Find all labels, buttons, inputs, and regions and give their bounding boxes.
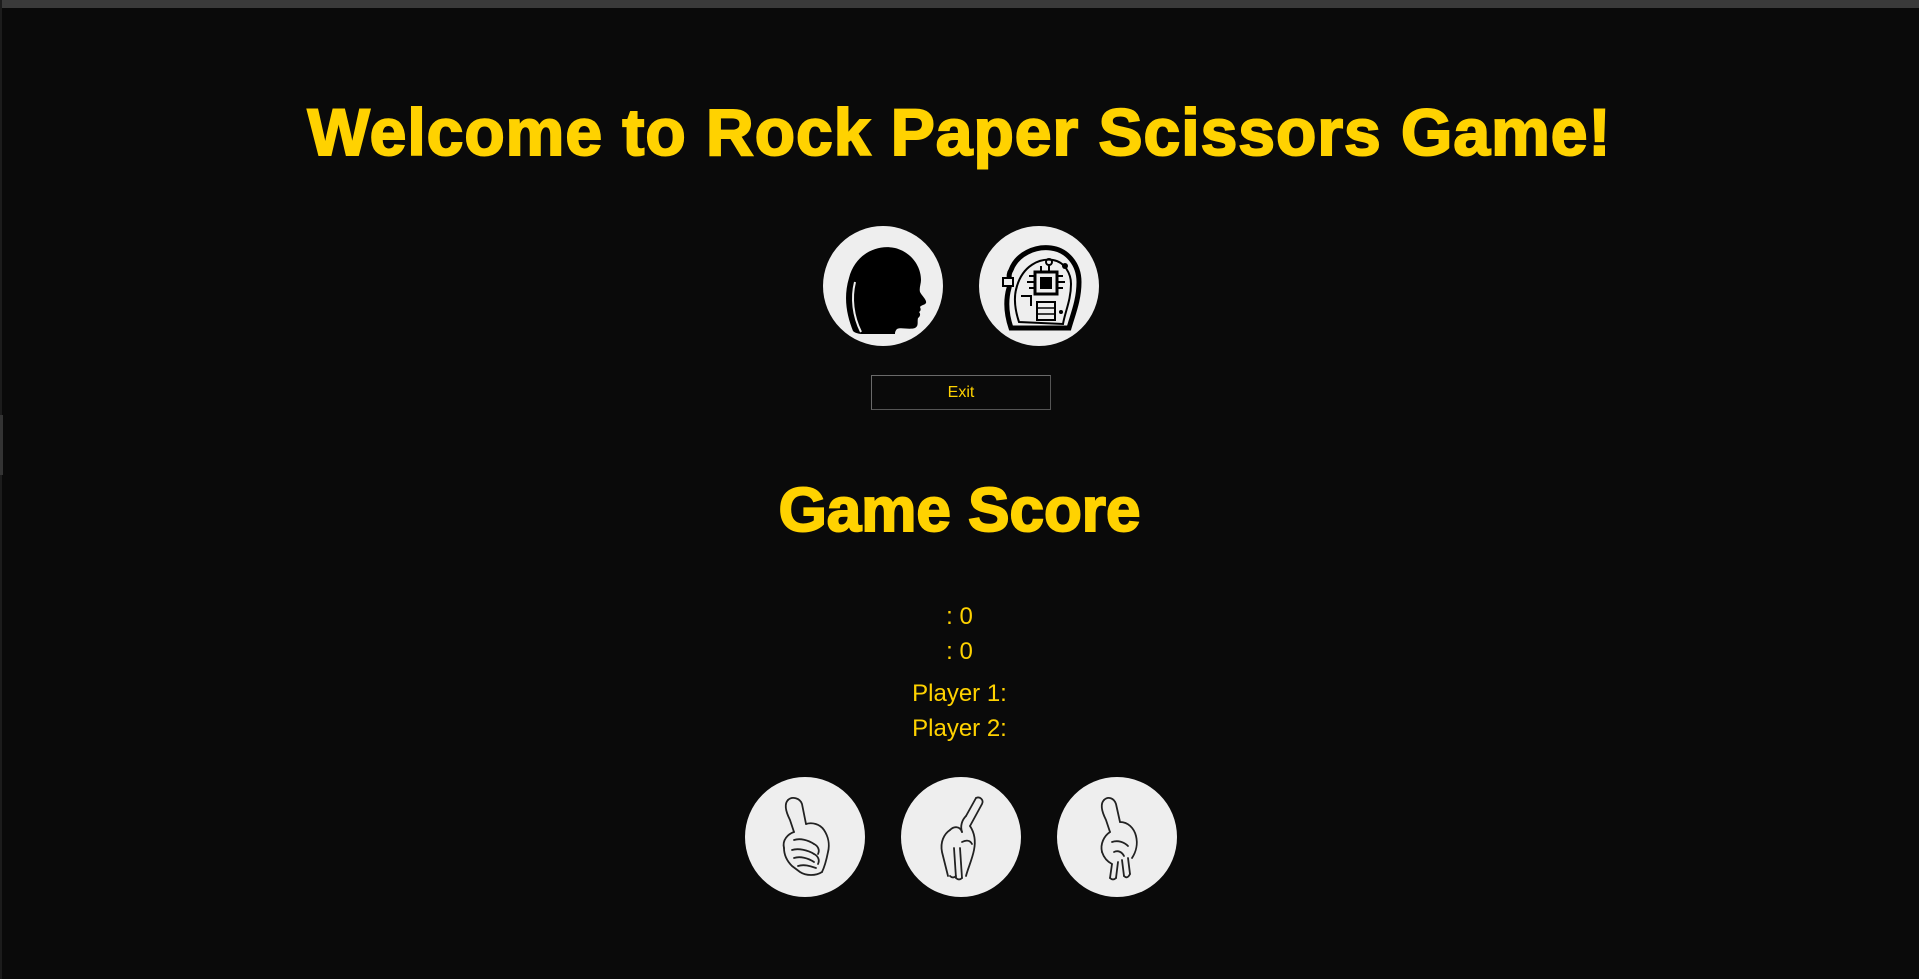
robot-head-icon [989, 236, 1089, 336]
player2-score: : 0 [946, 638, 973, 665]
scissors-hand-icon [1082, 792, 1152, 882]
paper-button[interactable] [901, 777, 1021, 897]
scissors-button[interactable] [1057, 777, 1177, 897]
human-head-icon [833, 236, 933, 336]
human-mode-button[interactable] [823, 226, 943, 346]
paper-hand-icon [926, 792, 996, 882]
ai-mode-button[interactable] [979, 226, 1099, 346]
exit-button[interactable]: Exit [871, 375, 1051, 410]
score-title: Game Score [778, 475, 1142, 546]
game-page: Welcome to Rock Paper Scissors Game! Exi… [0, 0, 1919, 979]
rock-fist-icon [770, 792, 840, 882]
page-title: Welcome to Rock Paper Scissors Game! [307, 95, 1612, 169]
player2-choice-label: Player 2: [912, 715, 1007, 742]
choice-selector [0, 777, 1919, 899]
player1-choice-label: Player 1: [912, 680, 1007, 707]
mode-selector [0, 226, 1919, 348]
rock-button[interactable] [745, 777, 865, 897]
player1-score: : 0 [946, 603, 973, 630]
